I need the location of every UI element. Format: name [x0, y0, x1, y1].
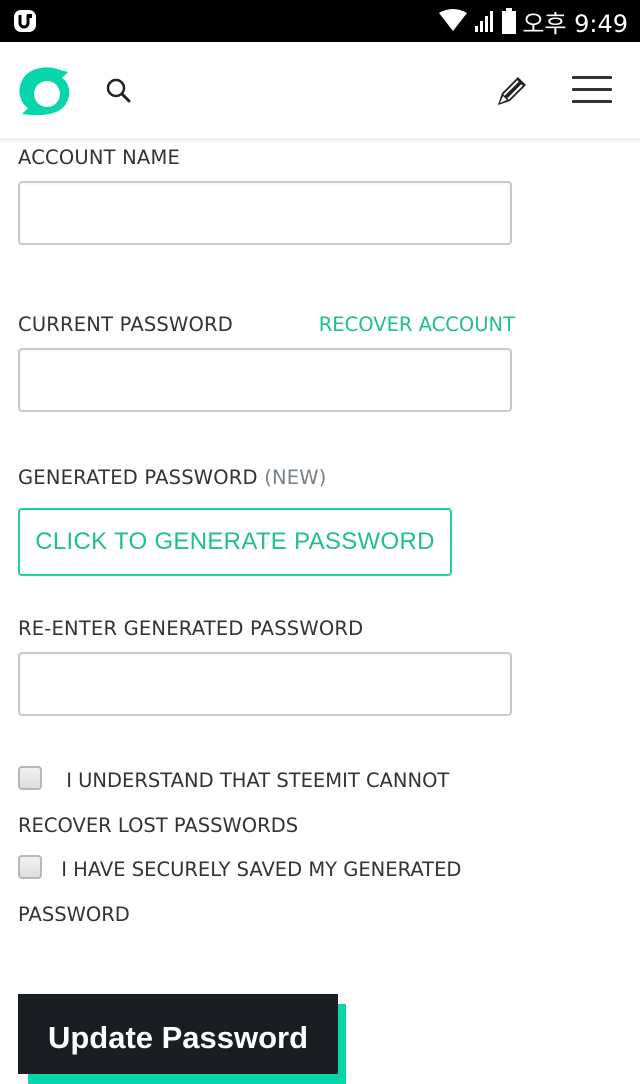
saved-checkbox-row: I HAVE SECURELY SAVED MY GENERATED PASSW… [18, 847, 618, 937]
understand-checkbox[interactable] [18, 766, 42, 790]
generated-password-label-text: GENERATED PASSWORD [18, 466, 258, 489]
account-name-label: ACCOUNT NAME [18, 146, 181, 169]
top-nav-bar [0, 42, 640, 139]
pencil-icon[interactable] [494, 71, 532, 109]
wifi-icon [439, 9, 468, 31]
saved-label-line2: PASSWORD [18, 903, 130, 926]
generated-password-label: GENERATED PASSWORD (NEW) [18, 466, 327, 489]
update-password-button[interactable]: Update Password [18, 994, 338, 1074]
update-password-wrapper: Update Password [18, 994, 346, 1084]
reenter-password-label: RE-ENTER GENERATED PASSWORD [18, 617, 364, 640]
account-name-input[interactable] [18, 181, 512, 245]
reenter-password-input[interactable] [18, 652, 512, 716]
saved-label-line1: I HAVE SECURELY SAVED MY GENERATED [61, 858, 462, 881]
clock: 오후 9:49 [522, 9, 628, 38]
recover-account-link[interactable]: RECOVER ACCOUNT [319, 313, 515, 336]
app-notification-icon [14, 10, 36, 32]
search-icon[interactable] [104, 76, 134, 106]
current-password-input[interactable] [18, 348, 512, 412]
understand-label-line1: I UNDERSTAND THAT STEEMIT CANNOT [66, 769, 450, 792]
understand-label-line2: RECOVER LOST PASSWORDS [18, 814, 299, 837]
current-password-label: CURRENT PASSWORD [18, 313, 234, 336]
hamburger-menu-icon[interactable] [572, 76, 612, 106]
saved-checkbox[interactable] [18, 855, 42, 879]
status-bar: 오후 9:49 [0, 0, 640, 42]
understand-checkbox-row: I UNDERSTAND THAT STEEMIT CANNOT RECOVER… [18, 758, 618, 848]
new-tag: (NEW) [264, 466, 327, 489]
generate-password-button[interactable]: CLICK TO GENERATE PASSWORD [18, 508, 452, 576]
signal-icon [475, 11, 494, 32]
steemit-logo[interactable] [16, 62, 72, 118]
battery-icon [502, 8, 517, 34]
